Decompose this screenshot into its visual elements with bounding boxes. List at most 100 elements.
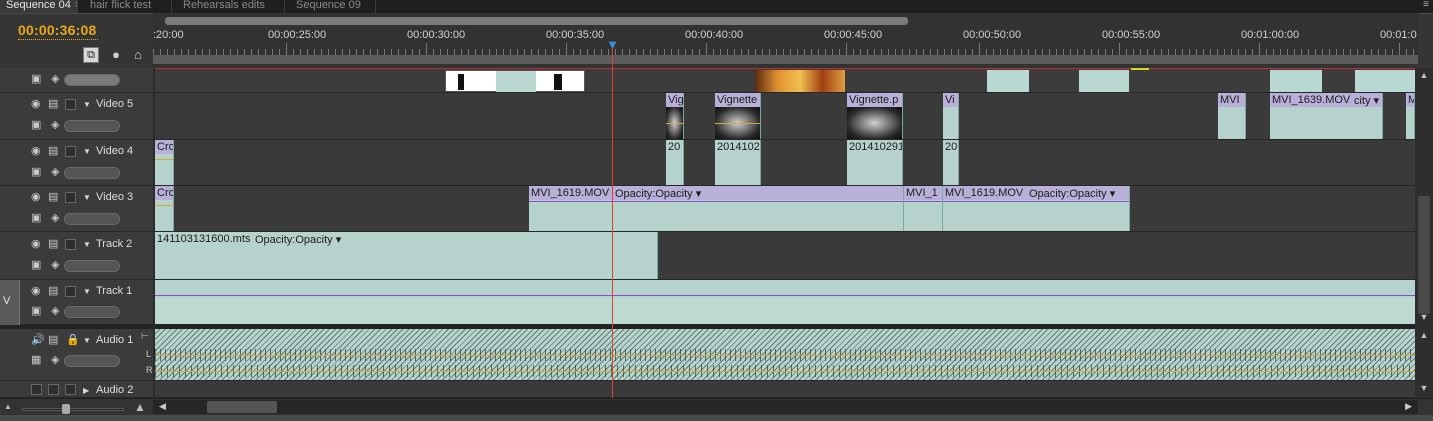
clip[interactable]: Vignette.p — [847, 93, 903, 139]
clip[interactable] — [155, 280, 1415, 324]
expand-triangle-icon[interactable]: ▼ — [83, 336, 91, 345]
zoom-slider-thumb[interactable] — [62, 404, 70, 414]
track-toggle[interactable] — [65, 384, 76, 395]
eye-icon[interactable]: ◉ — [31, 286, 41, 297]
expand-triangle-icon[interactable]: ▼ — [83, 287, 91, 296]
clip[interactable]: 201410291 — [847, 140, 903, 185]
sync-lock-icon[interactable]: ▤ — [48, 146, 58, 157]
scroll-right-icon[interactable]: ▶ — [1405, 401, 1412, 412]
keyframe-navigator[interactable] — [64, 213, 120, 225]
keyframe-icon[interactable]: ◈ — [51, 306, 59, 317]
eye-icon[interactable]: ◉ — [31, 146, 41, 157]
sync-lock-icon[interactable]: ▤ — [48, 286, 58, 297]
zoom-in-icon[interactable]: ▲ — [134, 400, 146, 414]
display-style-icon[interactable]: ▣ — [31, 167, 41, 178]
clip[interactable]: 2014102 — [715, 140, 761, 185]
keyframe-icon[interactable]: ◈ — [51, 167, 59, 178]
set-marker-icon[interactable]: ● — [108, 47, 124, 63]
clip[interactable]: Cro — [155, 140, 174, 185]
track-toggle[interactable] — [31, 384, 42, 395]
time-ruler[interactable]: :20:00 00:00:25:00 00:00:30:00 00:00:35:… — [153, 13, 1418, 68]
keyframe-icon[interactable]: ◈ — [51, 213, 59, 224]
effect-menu[interactable]: Opacity:Opacity ▾ — [615, 187, 701, 200]
panel-menu-icon[interactable]: ≡ — [1423, 0, 1429, 12]
playhead-timecode[interactable]: 00:00:36:08 — [18, 22, 96, 38]
clip[interactable]: 141103131600.mts Opacity:Opacity ▾ — [155, 232, 658, 279]
snap-icon[interactable]: ⧉ — [83, 47, 99, 63]
speaker-icon[interactable]: 🔊 — [31, 335, 45, 346]
playhead-handle[interactable]: ▼ — [606, 38, 619, 52]
sync-lock-icon[interactable]: ▤ — [48, 239, 58, 250]
track-target-v[interactable]: V — [0, 280, 20, 325]
scroll-left-icon[interactable]: ◀ — [159, 401, 166, 412]
work-area-bar[interactable] — [165, 17, 908, 25]
expand-triangle-icon[interactable]: ▼ — [83, 240, 91, 249]
keyframe-navigator[interactable] — [64, 167, 120, 179]
tab-sequence-04[interactable]: Sequence 04 × — [0, 0, 78, 13]
clip[interactable]: M — [1406, 93, 1415, 139]
display-style-icon[interactable]: ▣ — [31, 306, 41, 317]
effect-menu[interactable]: Opacity:Opacity ▾ — [255, 233, 341, 246]
expand-triangle-icon[interactable]: ▼ — [83, 193, 91, 202]
scrollbar-thumb[interactable] — [1418, 196, 1430, 314]
clip[interactable]: Cro — [155, 186, 174, 231]
sync-lock-icon[interactable]: ▤ — [48, 335, 58, 346]
clip[interactable]: 20 — [943, 140, 959, 185]
display-style-icon[interactable]: ▣ — [31, 213, 41, 224]
scroll-down-icon[interactable]: ▼ — [1415, 312, 1433, 322]
track-lock-toggle[interactable] — [65, 99, 76, 110]
clip[interactable]: Vignette — [715, 93, 761, 139]
keyframe-navigator[interactable] — [64, 260, 120, 272]
scroll-up-icon[interactable]: ▲ — [1415, 330, 1433, 340]
clip[interactable]: Vi — [943, 93, 959, 139]
eye-icon[interactable]: ◉ — [31, 239, 41, 250]
eye-icon[interactable]: ◉ — [31, 192, 41, 203]
close-tab-icon[interactable]: × — [75, 0, 77, 11]
add-marker-icon[interactable]: ⌂ — [130, 47, 146, 63]
expand-triangle-icon[interactable]: ▼ — [83, 147, 91, 156]
expand-triangle-icon[interactable]: ▼ — [83, 100, 91, 109]
horizontal-scrollbar[interactable]: ◀ ▶ — [153, 400, 1418, 414]
effect-menu[interactable]: city ▾ — [1354, 94, 1379, 107]
expand-triangle-icon[interactable]: ▶ — [83, 386, 89, 395]
keyframe-icon[interactable]: ◈ — [51, 355, 59, 366]
eye-icon[interactable]: ◉ — [31, 99, 41, 110]
keyframe-icon[interactable]: ◈ — [51, 260, 59, 271]
clip[interactable]: Vig — [666, 93, 684, 139]
clip[interactable]: MVI — [1218, 93, 1246, 139]
clip[interactable]: 20 — [666, 140, 684, 185]
playhead-line[interactable] — [612, 42, 613, 398]
sync-lock-icon[interactable]: ▤ — [48, 192, 58, 203]
track-lock-toggle[interactable] — [65, 239, 76, 250]
tab-rehearsals-edits[interactable]: Rehearsals edits — [173, 0, 285, 13]
sync-lock-icon[interactable]: ▤ — [48, 99, 58, 110]
scroll-up-icon[interactable]: ▲ — [1415, 70, 1433, 80]
ruler-scrub-strip[interactable] — [153, 55, 1418, 64]
track-toggle[interactable] — [48, 384, 59, 395]
keyframe-navigator[interactable] — [64, 74, 120, 86]
clip[interactable]: MVI_1619.MOV Opacity:Opacity ▾ — [529, 186, 904, 231]
audio-mixer-icon[interactable]: ⊢ — [141, 331, 149, 342]
tab-sequence-09[interactable]: Sequence 09 — [286, 0, 376, 13]
track-lock-toggle[interactable] — [65, 146, 76, 157]
lock-icon[interactable]: 🔒 — [66, 335, 80, 346]
zoom-slider[interactable] — [22, 408, 124, 411]
clip[interactable]: MVI_1619.MOV Opacity:Opacity ▾ — [943, 186, 1130, 231]
effect-menu[interactable]: Opacity:Opacity ▾ — [1029, 187, 1115, 200]
display-style-icon[interactable]: ▣ — [31, 260, 41, 271]
clip[interactable]: MVI_1639.MOV city ▾ — [1270, 93, 1383, 139]
track-lock-toggle[interactable] — [65, 286, 76, 297]
clip[interactable]: MVI_1 — [904, 186, 943, 231]
track-lock-toggle[interactable] — [65, 192, 76, 203]
lane-audio-1[interactable] — [155, 325, 1415, 381]
display-style-icon[interactable]: ▣ — [31, 120, 41, 131]
hscroll-thumb[interactable] — [207, 401, 277, 413]
scroll-down-icon[interactable]: ▼ — [1415, 383, 1433, 393]
keyframe-navigator[interactable] — [64, 306, 120, 318]
tab-hair-flick-test[interactable]: hair flick test — [80, 0, 172, 13]
keyframe-navigator[interactable] — [64, 355, 120, 367]
zoom-out-icon[interactable]: ▲ — [4, 402, 12, 411]
keyframe-icon[interactable]: ◈ — [51, 120, 59, 131]
keyframe-icon[interactable]: ◈ — [51, 74, 59, 85]
keyframe-navigator[interactable] — [64, 120, 120, 132]
